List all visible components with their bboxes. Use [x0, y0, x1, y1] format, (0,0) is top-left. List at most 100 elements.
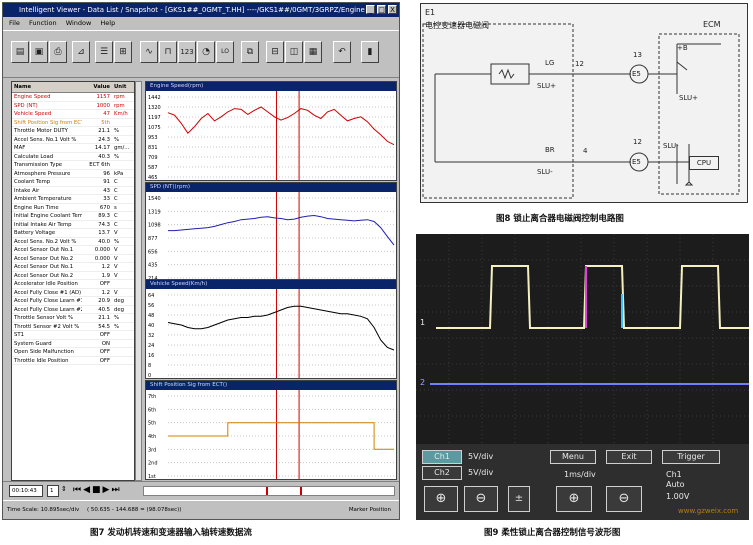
menu-help[interactable]: Help	[100, 19, 115, 27]
timeline-marker-2[interactable]	[300, 487, 302, 495]
table-row[interactable]: Accel Sensor Out No.1 0.000 V	[12, 246, 134, 255]
line-graph-icon[interactable]: ∿	[140, 41, 158, 63]
table-row[interactable]: Intake Air 43 C	[12, 187, 134, 195]
time-field[interactable]: 00:10:43	[9, 485, 43, 497]
minimize-button[interactable]: _	[366, 5, 375, 14]
table-row[interactable]: Accel Fully Close #1 (AD) 1.2 V	[12, 289, 134, 297]
zoom-in-horizontal-icon[interactable]: ⊕	[556, 486, 592, 512]
position-adjust-icon[interactable]: ±	[508, 486, 530, 512]
table-row[interactable]: Shift Position Sig from ECT 5th	[12, 119, 134, 127]
cell-value: OFF	[99, 357, 110, 364]
table-row[interactable]: Throttle Motor DUTY 21.1%	[12, 127, 134, 136]
close-button[interactable]: X	[388, 5, 397, 14]
undo-icon[interactable]: ↶	[333, 41, 351, 63]
zoom-in-vertical-icon[interactable]: ⊕	[424, 486, 458, 512]
table-row[interactable]: Calculate Load 40.3%	[12, 153, 134, 161]
exit-button[interactable]: Exit	[606, 450, 652, 464]
timeline-slider[interactable]	[143, 486, 395, 496]
table-row[interactable]: Throttl Sensor #2 Volt % 54.5%	[12, 323, 134, 331]
menu-window[interactable]: Window	[66, 19, 92, 27]
rewind-icon[interactable]: ◀	[83, 485, 92, 495]
pin-4: 4	[583, 147, 588, 155]
split-icon[interactable]: ⊞	[114, 41, 132, 63]
menu-file[interactable]: File	[9, 19, 20, 27]
cell-value: 1.2	[101, 264, 110, 270]
maximize-button[interactable]: □	[377, 5, 386, 14]
y-tick-label: 64	[148, 293, 154, 299]
table-row[interactable]: Transmission Type ECT 6th	[12, 161, 134, 170]
table-row[interactable]: Initial Intake Air Temp 74.3 C	[12, 221, 134, 229]
cell-value: 14.17	[94, 145, 110, 151]
graph-icon[interactable]: ⊿	[72, 41, 90, 63]
bulb-icon[interactable]: LO	[216, 41, 234, 63]
table-row[interactable]: Vehicle Speed 47 Km/h	[12, 110, 134, 119]
timeline-marker-1[interactable]	[266, 487, 268, 495]
cell-unit: gm/...	[114, 145, 130, 151]
column-value[interactable]: Value	[82, 82, 112, 92]
save-icon[interactable]: ▣	[30, 41, 48, 63]
table-row[interactable]: Atmosphere Pressure 96 kPa	[12, 170, 134, 178]
split-horizontal-icon[interactable]: ⊟	[266, 41, 284, 63]
chart-plot: 1442 1320 1197 1075 953 831 709 587 465	[148, 91, 395, 180]
table-row[interactable]: Battery Voltage 13.7 V	[12, 229, 134, 238]
table-scrollbar[interactable]	[135, 81, 142, 481]
table-row[interactable]: Engine Speed 1157 rpm	[12, 93, 134, 102]
table-row[interactable]: Accel Sensor Out No.1 1.2 V	[12, 263, 134, 272]
ch2-button[interactable]: Ch2	[422, 466, 462, 480]
table-row[interactable]: Accelerator Idle Position OFF	[12, 280, 134, 289]
table-row[interactable]: System Guard ON	[12, 340, 134, 348]
last-frame-icon[interactable]: ⏭	[111, 485, 121, 495]
y-tick-label: 1197	[148, 115, 161, 121]
list-icon[interactable]: ☰	[95, 41, 113, 63]
graph-2-icon[interactable]: ⧉	[241, 41, 259, 63]
cell-value: 670	[99, 204, 110, 211]
tile-icon[interactable]: ▦	[304, 41, 322, 63]
circuit-diagram: E1 电控变速器电磁阀 ECM +B LG 12 13 E5 SLU+ SLU+…	[420, 3, 748, 203]
table-row[interactable]: Coolant Temp 91 C	[12, 178, 134, 187]
table-row[interactable]: Accel Fully Close Learn #2 40.5 deg	[12, 306, 134, 314]
first-frame-icon[interactable]: ⏮	[73, 485, 83, 495]
table-row[interactable]: Accel Sens. No.2 Volt % 40.0%	[12, 238, 134, 246]
menu-button[interactable]: Menu	[550, 450, 596, 464]
print-icon[interactable]: ⎙	[49, 41, 67, 63]
column-name[interactable]: Name	[12, 82, 82, 92]
table-row[interactable]: Accel Sens. No.1 Volt % 24.3%	[12, 136, 134, 144]
table-row[interactable]: SPD (NT) 1000 rpm	[12, 102, 134, 110]
table-row[interactable]: ST1 OFF	[12, 331, 134, 340]
digital-icon[interactable]: ⊓	[159, 41, 177, 63]
table-row[interactable]: Accel Sensor Out No.2 1.9 V	[12, 272, 134, 280]
table-row[interactable]: Throttle Sensor Volt % 21.1%	[12, 314, 134, 323]
table-row[interactable]: Throttle Idle Position OFF	[12, 357, 134, 365]
exit-icon[interactable]: ▮	[361, 41, 379, 63]
table-row[interactable]: Initial Engine Coolant Temp 89.3 C	[12, 212, 134, 221]
step-input[interactable]: 1	[47, 485, 59, 497]
table-row[interactable]: Engine Run Time 670 s	[12, 204, 134, 212]
table-row[interactable]: Ambient Temperature 33 C	[12, 195, 134, 204]
y-tick-label: 4th	[148, 434, 156, 440]
gauge-icon[interactable]: ◔	[197, 41, 215, 63]
table-row[interactable]: Accel Fully Close Learn #1 20.9 deg	[12, 297, 134, 306]
cell-value: 1157	[96, 94, 110, 100]
pin-12-top: 12	[575, 60, 584, 68]
table-row[interactable]: MAF 14.17 gm/...	[12, 144, 134, 153]
column-unit[interactable]: Unit	[112, 82, 134, 92]
menu-function[interactable]: Function	[29, 19, 57, 27]
table-row[interactable]: Accel Sensor Out No.2 0.000 V	[12, 255, 134, 263]
stepper-arrows-icon[interactable]: ⇕	[61, 485, 70, 497]
open-icon[interactable]: ▤	[11, 41, 29, 63]
cell-unit	[112, 280, 134, 288]
zoom-out-vertical-icon[interactable]: ⊖	[464, 486, 498, 512]
trigger-button[interactable]: Trigger	[662, 450, 720, 464]
split-vertical-icon[interactable]: ◫	[285, 41, 303, 63]
stop-icon[interactable]: ■	[92, 485, 103, 495]
ch1-button[interactable]: Ch1	[422, 450, 462, 464]
wire-br-label: BR	[545, 146, 555, 154]
table-row[interactable]: Open Side Malfunction OFF	[12, 348, 134, 357]
time-scale-value: 10.895sec/div	[40, 507, 80, 513]
cell-name: Open Side Malfunction	[14, 349, 74, 355]
cell-unit: V	[114, 264, 118, 270]
numeric-icon[interactable]: 123	[178, 41, 196, 63]
zoom-out-horizontal-icon[interactable]: ⊖	[606, 486, 642, 512]
cell-name: Accel Sensor Out No.1	[14, 247, 74, 253]
trigger-mode: Auto	[666, 480, 685, 489]
